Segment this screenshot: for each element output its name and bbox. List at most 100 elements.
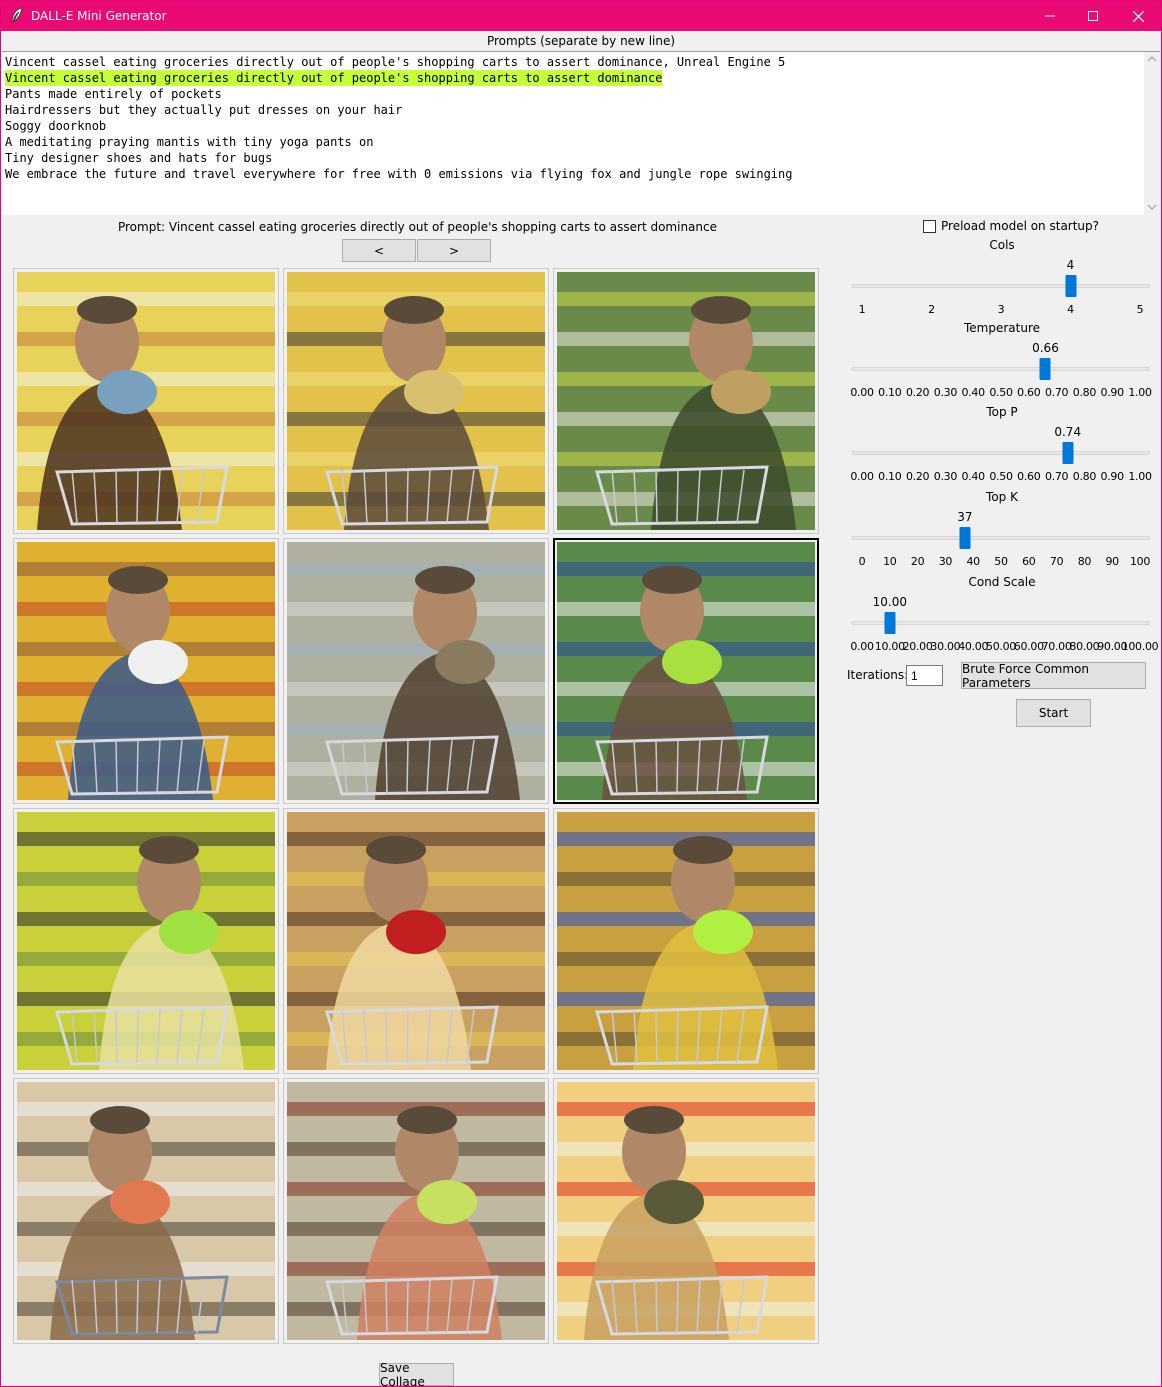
iterations-input[interactable] — [906, 665, 943, 686]
cols-slider-title: Cols — [989, 238, 1015, 252]
tick-label: 70 — [1049, 555, 1064, 568]
generated-image-thumbnail — [17, 542, 275, 800]
generated-image-thumbnail — [287, 812, 545, 1070]
temperature-slider-thumb[interactable] — [1039, 358, 1051, 380]
prompt-line[interactable]: Hairdressers but they actually put dress… — [5, 103, 402, 117]
generated-image[interactable] — [553, 1078, 819, 1344]
tick-label: 0.50 — [989, 386, 1013, 399]
tick-label: 0 — [858, 555, 866, 568]
current-prompt-caption: Prompt: Vincent cassel eating groceries … — [117, 220, 717, 234]
tick-label: 40.00 — [958, 640, 989, 653]
prompt-line[interactable]: A meditating praying mantis with tiny yo… — [5, 135, 373, 149]
prompt-line[interactable]: Tiny designer shoes and hats for bugs — [5, 151, 272, 165]
prompt-line[interactable]: We embrace the future and travel everywh… — [5, 167, 792, 181]
prompts-textarea[interactable]: Vincent cassel eating groceries directly… — [2, 51, 1160, 216]
tick-label: 0.90 — [1100, 386, 1125, 399]
tick-label: 2 — [928, 303, 935, 316]
minimize-button[interactable] — [1027, 1, 1073, 31]
brute-force-button[interactable]: Brute Force Common Parameters — [961, 662, 1146, 690]
top-k-slider-title: Top K — [986, 490, 1018, 504]
cols-slider-track[interactable] — [852, 284, 1150, 288]
top-k-slider-value: 37 — [957, 510, 973, 524]
generated-image-thumbnail — [17, 1082, 275, 1340]
close-button[interactable] — [1115, 1, 1161, 31]
minimize-icon — [1045, 15, 1055, 17]
image-gallery — [13, 268, 823, 1348]
generated-image[interactable] — [13, 538, 279, 804]
tick-label: 0.70 — [1044, 470, 1069, 483]
feather-icon — [10, 7, 24, 23]
tick-label: 100 — [1129, 555, 1151, 568]
close-icon — [1132, 10, 1144, 22]
top-k-slider-thumb[interactable] — [959, 527, 971, 549]
top-p-slider-thumb[interactable] — [1062, 442, 1074, 464]
prompt-line[interactable]: Pants made entirely of pockets — [5, 87, 222, 101]
tick-label: 0.00 — [850, 470, 874, 483]
tick-label: 80.00 — [1069, 640, 1100, 653]
temperature-slider-track[interactable] — [852, 367, 1150, 371]
generated-image-thumbnail — [557, 812, 815, 1070]
generated-image-thumbnail — [557, 272, 815, 530]
tick-label: 40 — [966, 555, 980, 568]
generated-image[interactable] — [283, 538, 549, 804]
generated-image-thumbnail — [17, 812, 275, 1070]
tick-label: 0.00 — [850, 386, 874, 399]
temperature-slider-title: Temperature — [963, 321, 1040, 335]
tick-label: 0.30 — [933, 386, 958, 399]
generated-image-thumbnail — [557, 542, 815, 800]
scroll-down-icon[interactable] — [1147, 203, 1157, 211]
top-p-slider-value: 0.74 — [1054, 425, 1082, 439]
tick-label: 0.30 — [933, 470, 958, 483]
title-bar[interactable]: DALL-E Mini Generator — [1, 1, 1161, 31]
previous-prompt-button[interactable]: < — [342, 239, 416, 262]
tick-label: 1.00 — [1128, 470, 1152, 483]
prompt-line[interactable]: Vincent cassel eating groceries directly… — [5, 55, 785, 69]
generated-image[interactable] — [553, 268, 819, 534]
tick-label: 0.60 — [1017, 386, 1041, 399]
prompt-line[interactable]: Soggy doorknob — [5, 119, 106, 133]
cond-scale-slider-value: 10.00 — [872, 595, 907, 609]
preload-checkbox[interactable] — [923, 219, 936, 233]
tick-label: 20.00 — [902, 640, 933, 653]
cond-scale-slider-thumb[interactable] — [884, 612, 896, 634]
cols-slider-thumb[interactable] — [1065, 275, 1076, 297]
save-collage-button[interactable]: Save Collage — [379, 1361, 454, 1386]
generated-image[interactable] — [13, 268, 279, 534]
prompts-scrollbar[interactable] — [1144, 52, 1160, 216]
prompt-line[interactable]: Vincent cassel eating groceries directly… — [5, 70, 663, 86]
generated-image[interactable] — [283, 808, 549, 1074]
tick-label: 90 — [1105, 555, 1119, 568]
generated-image[interactable] — [553, 808, 819, 1074]
top-k-slider-track[interactable] — [852, 536, 1150, 540]
tick-label: 0.80 — [1072, 386, 1097, 399]
top-p-slider-track[interactable] — [852, 451, 1150, 455]
cond-scale-tick-labels: 0.00 10.00 20.00 30.00 40.00 50.00 60.00 70.00 8… — [850, 640, 1158, 654]
tick-label: 50.00 — [986, 640, 1016, 653]
generated-image[interactable] — [283, 1078, 549, 1344]
tick-label: 0.20 — [905, 386, 930, 399]
generated-image[interactable] — [283, 268, 549, 534]
maximize-button[interactable] — [1070, 1, 1116, 31]
temperature-slider-value: 0.66 — [1032, 341, 1059, 355]
tick-label: 3 — [997, 303, 1005, 316]
tick-label: 0.90 — [1100, 470, 1125, 483]
app-window: DALL-E Mini Generator Prompts (separate … — [0, 0, 1162, 1387]
start-button[interactable]: Start — [1016, 699, 1091, 727]
next-prompt-button[interactable]: > — [417, 239, 491, 262]
generated-image[interactable] — [13, 808, 279, 1074]
generated-image[interactable] — [553, 538, 819, 804]
tick-label: 0.80 — [1072, 470, 1097, 483]
cond-scale-slider-title: Cond Scale — [968, 575, 1036, 589]
preload-option[interactable]: Preload model on startup? — [923, 219, 1099, 233]
prompt-lines[interactable]: Vincent cassel eating groceries directly… — [5, 54, 1142, 182]
tick-label: 30 — [938, 555, 953, 568]
tick-label: 0.20 — [905, 470, 930, 483]
cols-tick-labels: 1 2 3 4 5 — [852, 303, 1150, 317]
scroll-up-icon[interactable] — [1147, 55, 1157, 63]
generated-image[interactable] — [13, 1078, 279, 1344]
tick-label: 0.00 — [850, 640, 874, 653]
tick-label: 80 — [1077, 555, 1092, 568]
tick-label: 10.00 — [874, 640, 905, 653]
cond-scale-slider-track[interactable] — [852, 621, 1150, 625]
tick-label: 4 — [1067, 303, 1074, 316]
